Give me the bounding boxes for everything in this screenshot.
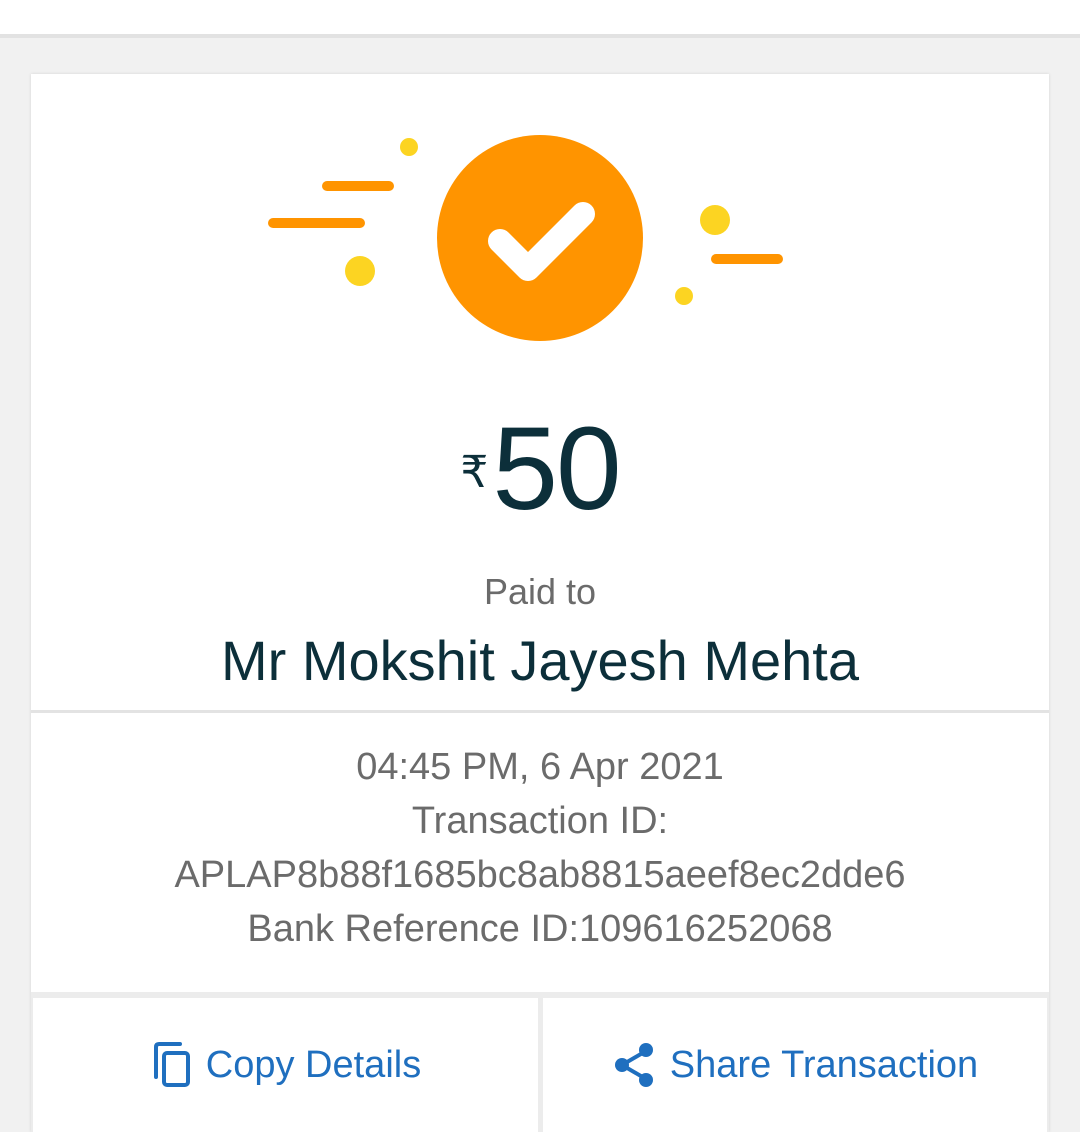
divider bbox=[31, 710, 1049, 713]
payment-success-icon bbox=[268, 135, 783, 341]
paid-to-label: Paid to bbox=[483, 571, 597, 612]
share-transaction-button[interactable]: Share Transaction bbox=[543, 998, 1047, 1132]
bank-reference-id: Bank Reference ID:109616252068 bbox=[247, 908, 833, 950]
transaction-card: ₹ 50 Paid to Mr Mokshit Jayesh Mehta 04:… bbox=[31, 74, 1049, 1132]
transaction-id: APLAP8b88f1685bc8ab8815aeef8ec2dde6 bbox=[174, 854, 906, 896]
transaction-id-label: Transaction ID: bbox=[411, 800, 669, 842]
top-app-bar-edge bbox=[0, 0, 1080, 38]
action-bar: Copy Details Share Transaction bbox=[31, 992, 1049, 1132]
amount-value: 50 bbox=[492, 403, 621, 535]
share-icon bbox=[612, 1041, 656, 1089]
copy-details-button[interactable]: Copy Details bbox=[33, 998, 538, 1132]
payment-summary: ₹ 50 Paid to Mr Mokshit Jayesh Mehta bbox=[31, 74, 1049, 710]
transaction-datetime: 04:45 PM, 6 Apr 2021 bbox=[356, 746, 724, 788]
copy-details-label: Copy Details bbox=[205, 1043, 422, 1086]
currency-symbol: ₹ bbox=[460, 447, 489, 498]
transaction-details: 04:45 PM, 6 Apr 2021 Transaction ID: APL… bbox=[31, 740, 1049, 956]
payee-name: Mr Mokshit Jayesh Mehta bbox=[221, 629, 859, 692]
share-transaction-label: Share Transaction bbox=[669, 1043, 979, 1086]
amount-display: ₹ 50 bbox=[31, 399, 1049, 539]
copy-icon bbox=[150, 1041, 192, 1089]
success-circle bbox=[437, 135, 643, 341]
